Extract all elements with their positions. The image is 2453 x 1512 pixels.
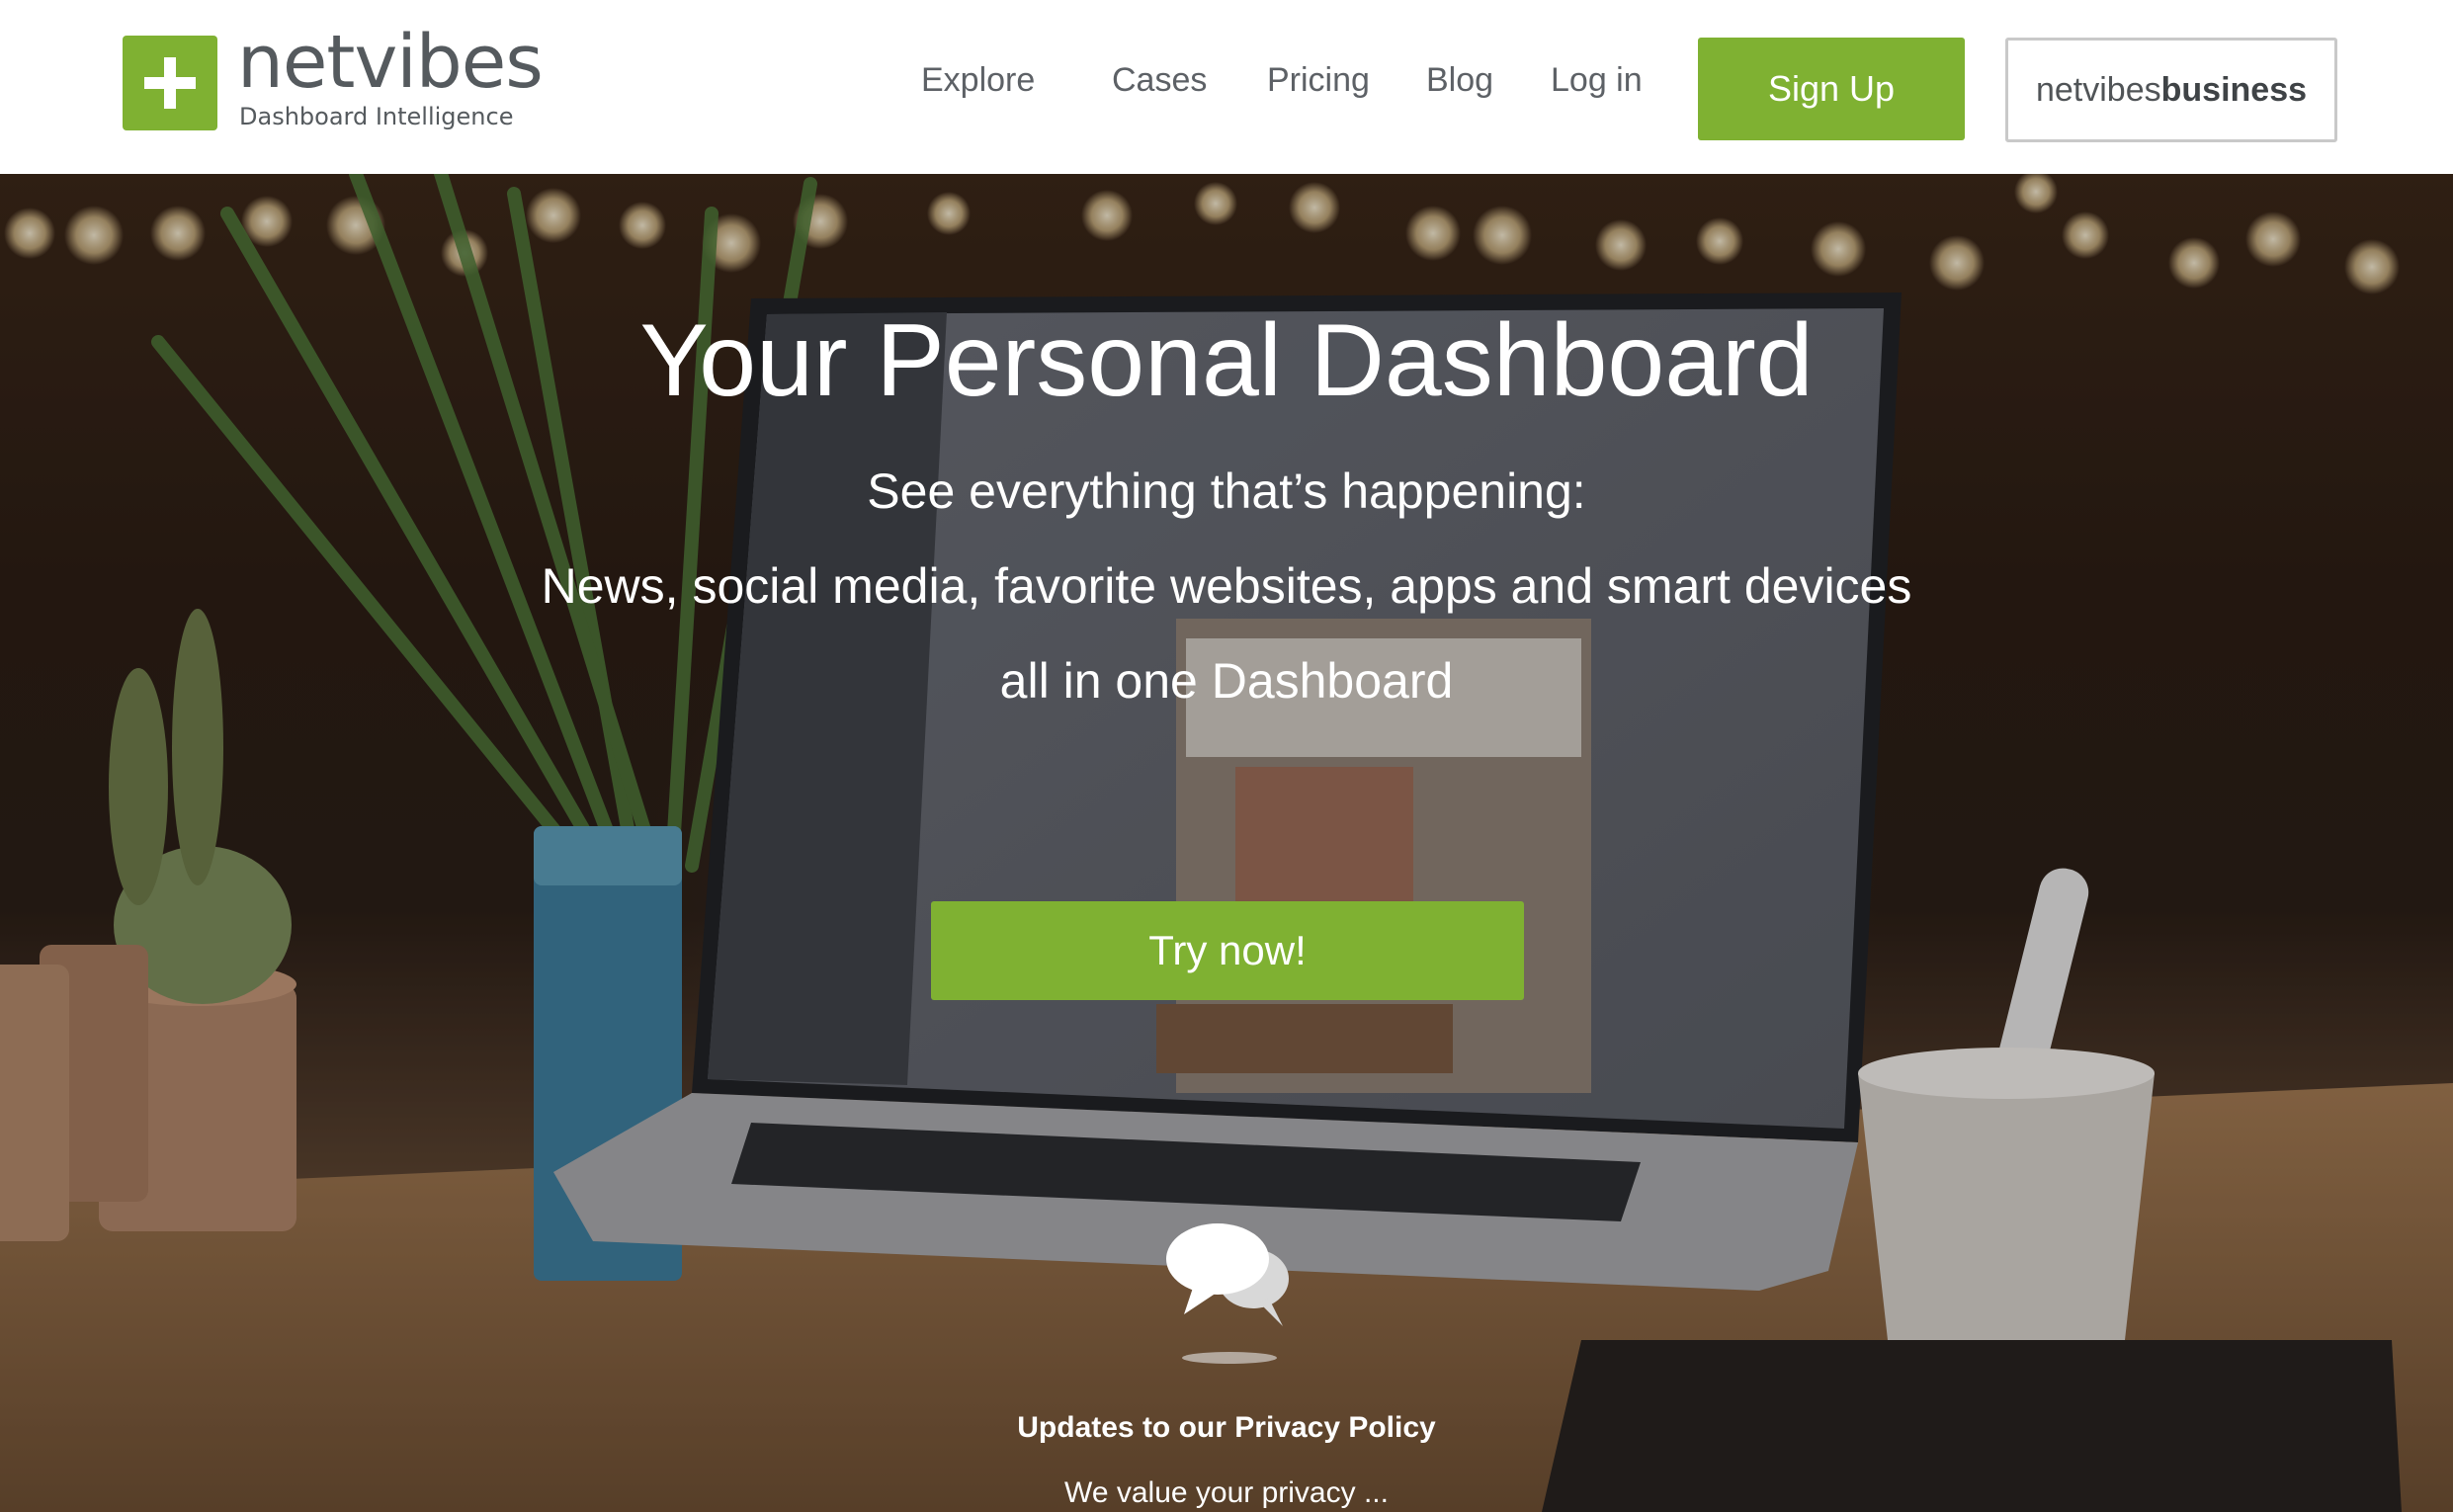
- hero-subtitle-1: See everything that’s happening:: [867, 463, 1586, 519]
- nav-pricing[interactable]: Pricing: [1267, 61, 1370, 100]
- hero-subtitle-3: all in one Dashboard: [999, 653, 1454, 709]
- netvibes-business-button[interactable]: netvibesbusiness: [2005, 38, 2337, 142]
- hero-subtitle-2: News, social media, favorite websites, a…: [541, 558, 1912, 614]
- business-suffix: business: [2160, 71, 2308, 109]
- business-prefix: netvibes: [2035, 71, 2161, 109]
- netvibes-logo[interactable]: netvibes Dashboard Intelligence: [123, 20, 544, 132]
- site-header: netvibes Dashboard Intelligence Explore …: [0, 0, 2453, 174]
- nav-explore[interactable]: Explore: [921, 61, 1035, 100]
- hero-section: Your Personal Dashboard See everything t…: [0, 174, 2453, 1512]
- chat-icon-shadow: [1182, 1352, 1277, 1364]
- privacy-policy-text: We value your privacy ...: [1064, 1476, 1389, 1509]
- nav-cases[interactable]: Cases: [1112, 61, 1207, 100]
- speech-bubbles-icon[interactable]: [1164, 1219, 1299, 1333]
- plus-icon: [123, 36, 217, 130]
- sign-up-button[interactable]: Sign Up: [1698, 38, 1965, 140]
- hero-title: Your Personal Dashboard: [639, 303, 1814, 418]
- nav-login[interactable]: Log in: [1551, 61, 1643, 100]
- try-now-button[interactable]: Try now!: [931, 901, 1524, 1000]
- brand-name: netvibes: [237, 20, 544, 105]
- brand-tagline: Dashboard Intelligence: [239, 103, 514, 130]
- privacy-policy-title[interactable]: Updates to our Privacy Policy: [0, 1411, 2453, 1445]
- nav-blog[interactable]: Blog: [1426, 61, 1493, 100]
